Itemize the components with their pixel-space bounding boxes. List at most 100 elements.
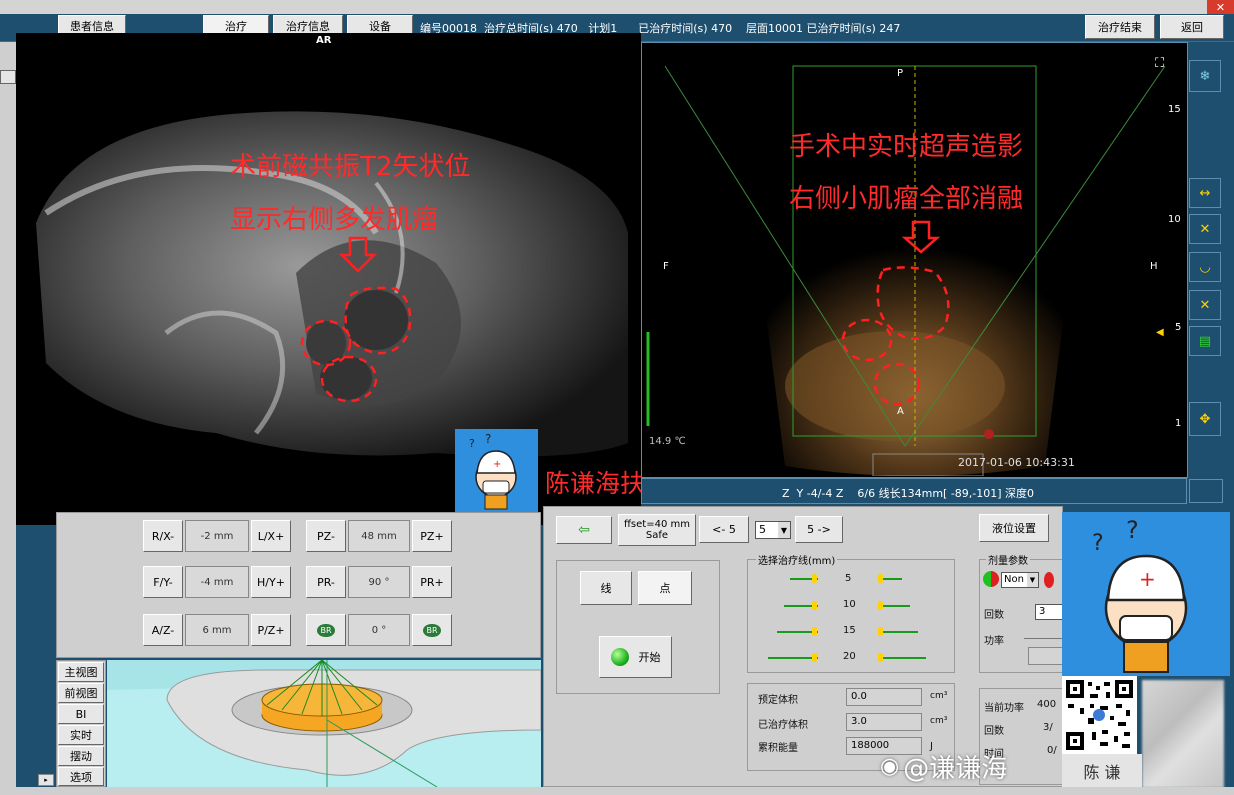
point-mode-button[interactable]: 点 [638, 571, 692, 605]
current-power-value: 400 [1037, 699, 1057, 710]
hy-plus-button[interactable]: H/Y+ [251, 566, 291, 598]
pr-minus-button[interactable]: PR- [306, 566, 346, 598]
svg-text:?: ? [469, 437, 475, 450]
view-bi-button[interactable]: BI [58, 704, 104, 724]
close-icon[interactable]: ✕ [1207, 0, 1234, 14]
line-slider-20[interactable] [768, 657, 818, 659]
slider-knob-left-20 [812, 653, 817, 662]
us-annotation-line1: 手术中实时超声造影 [789, 132, 1024, 162]
line-slider-15-right[interactable] [878, 631, 918, 633]
pr-plus-button[interactable]: PR+ [412, 566, 452, 598]
us-left-label: F [663, 261, 669, 272]
ultrasound-image-panel[interactable]: P F H A 15 10 5 1 14.9 ℃ 2017-01-06 10:4… [645, 46, 1185, 476]
pz-plus-button[interactable]: P/Z+ [251, 614, 291, 646]
lx-plus-button[interactable]: L/X+ [251, 520, 291, 552]
dose-power-field [1028, 647, 1063, 665]
dose-count-value: 3 [1039, 606, 1046, 617]
horizontal-arrows-icon[interactable]: ↔ [1189, 178, 1221, 208]
coordinate-panel [56, 512, 541, 658]
svg-text:?: ? [1126, 516, 1139, 544]
mri-image-panel[interactable]: AR PL 术前磁共振T2矢状位 显示右侧多发肌瘤 [16, 33, 641, 525]
left-edge-panel [0, 42, 16, 787]
rx-minus-button[interactable]: R/X- [143, 520, 183, 552]
az-minus-button[interactable]: A/Z- [143, 614, 183, 646]
planned-volume-unit: cm³ [930, 691, 948, 701]
slider-knob-right-10 [878, 601, 883, 610]
slider-knob-right-15 [878, 627, 883, 636]
planned-volume-field: 0.0 [846, 688, 922, 706]
step-select-value: 5 [759, 523, 766, 536]
signature-label: 陈 谦 [1062, 754, 1142, 788]
current-count-label: 回数 [984, 726, 1004, 737]
y-value-field: -4 mm [185, 566, 249, 598]
us-bottom-label: A [897, 406, 904, 417]
next-step-button[interactable]: 5 -> [795, 516, 843, 543]
svg-text:+: + [493, 459, 501, 470]
slider-knob-left-10 [812, 601, 817, 610]
us-top-label: P [897, 68, 904, 79]
back-button[interactable]: 返回 [1160, 15, 1224, 39]
weibo-watermark: ◉ @谦谦海 [880, 748, 1007, 785]
start-button[interactable]: 开始 [599, 636, 672, 678]
svg-text:?: ? [485, 432, 491, 446]
view-options-button[interactable]: 选项 [58, 767, 104, 786]
line-value-5: 5 [845, 573, 852, 584]
dose-count-select[interactable]: 3 [1035, 604, 1063, 620]
view-realtime-button[interactable]: 实时 [58, 725, 104, 745]
status-bar-text: Z Y -4/-4 Z 6/6 线长134mm[ -89,-101] 深度0 [782, 487, 1035, 500]
weibo-icon: ◉ [880, 754, 900, 779]
offset-safe-button[interactable]: ffset=40 mm Safe [618, 514, 696, 546]
svg-text:+: + [1139, 567, 1156, 591]
line-mode-button[interactable]: 线 [580, 571, 632, 605]
us-temperature: 14.9 ℃ [649, 436, 686, 447]
pz-value-field: 48 mm [348, 520, 410, 552]
step-select[interactable]: 5 ▼ [755, 521, 791, 539]
liquid-level-button[interactable]: 液位设置 [979, 514, 1049, 542]
focus-arrow-button[interactable]: ⇦ [556, 516, 612, 544]
treated-volume-label: 已治疗体积 [758, 720, 808, 731]
line-slider-20-right[interactable] [878, 657, 926, 659]
pr-value-field: 90 ° [348, 566, 410, 598]
dose-count-label: 回数 [984, 610, 1004, 621]
fullscreen-icon[interactable]: ⛶ [1155, 56, 1164, 71]
curve-tool-icon[interactable]: ◡ [1189, 252, 1221, 282]
z-value-field: 6 mm [185, 614, 249, 646]
left-scroll-arrow[interactable]: ▸ [38, 774, 54, 786]
x-value-field: -2 mm [185, 520, 249, 552]
cross-tool-icon[interactable]: ✕ [1189, 290, 1221, 320]
br-rotate-right-button[interactable]: BR [412, 614, 452, 646]
us-scale-5: 5 [1175, 322, 1182, 333]
br-value-field: 0 ° [348, 614, 410, 646]
mri-image [36, 111, 628, 457]
planned-volume-label: 预定体积 [758, 695, 798, 706]
fan-tool-icon[interactable]: ✕ [1189, 214, 1221, 244]
arrow-marker-icon: ◀ [1156, 327, 1164, 338]
bottom-strip [0, 787, 1234, 795]
slider-knob-right-5 [878, 574, 883, 583]
blurred-photo [1142, 680, 1224, 788]
dose-red-icon [1044, 572, 1054, 588]
signature-text: 陈 谦 [1083, 763, 1121, 782]
us-scale-15: 15 [1168, 104, 1181, 115]
fy-minus-button[interactable]: F/Y- [143, 566, 183, 598]
save-icon[interactable]: ▤ [1189, 326, 1221, 356]
3d-view[interactable] [107, 660, 541, 787]
view-swing-button[interactable]: 摆动 [58, 746, 104, 766]
treated-volume-unit: cm³ [930, 716, 948, 726]
3d-model [107, 660, 541, 787]
view-front-button[interactable]: 前视图 [58, 683, 104, 703]
snowflake-icon[interactable]: ❄ [1189, 60, 1221, 92]
offset-label: ffset=40 mm [624, 519, 690, 530]
expand-arrows-icon[interactable]: ✥ [1189, 402, 1221, 436]
pz-minus-button[interactable]: PZ- [306, 520, 346, 552]
dose-mode-value: Non [1004, 574, 1024, 585]
window-strip [0, 0, 1234, 14]
pz-plus-right-button[interactable]: PZ+ [412, 520, 452, 552]
prev-step-button[interactable]: <- 5 [699, 516, 749, 543]
treated-volume-value: 3.0 [851, 716, 867, 727]
dose-mode-select[interactable]: Non ▼ [1001, 572, 1039, 588]
svg-text:?: ? [1092, 531, 1104, 556]
view-main-button[interactable]: 主视图 [58, 662, 104, 682]
end-treatment-button[interactable]: 治疗结束 [1085, 15, 1155, 39]
br-rotate-left-button[interactable]: BR [306, 614, 346, 646]
